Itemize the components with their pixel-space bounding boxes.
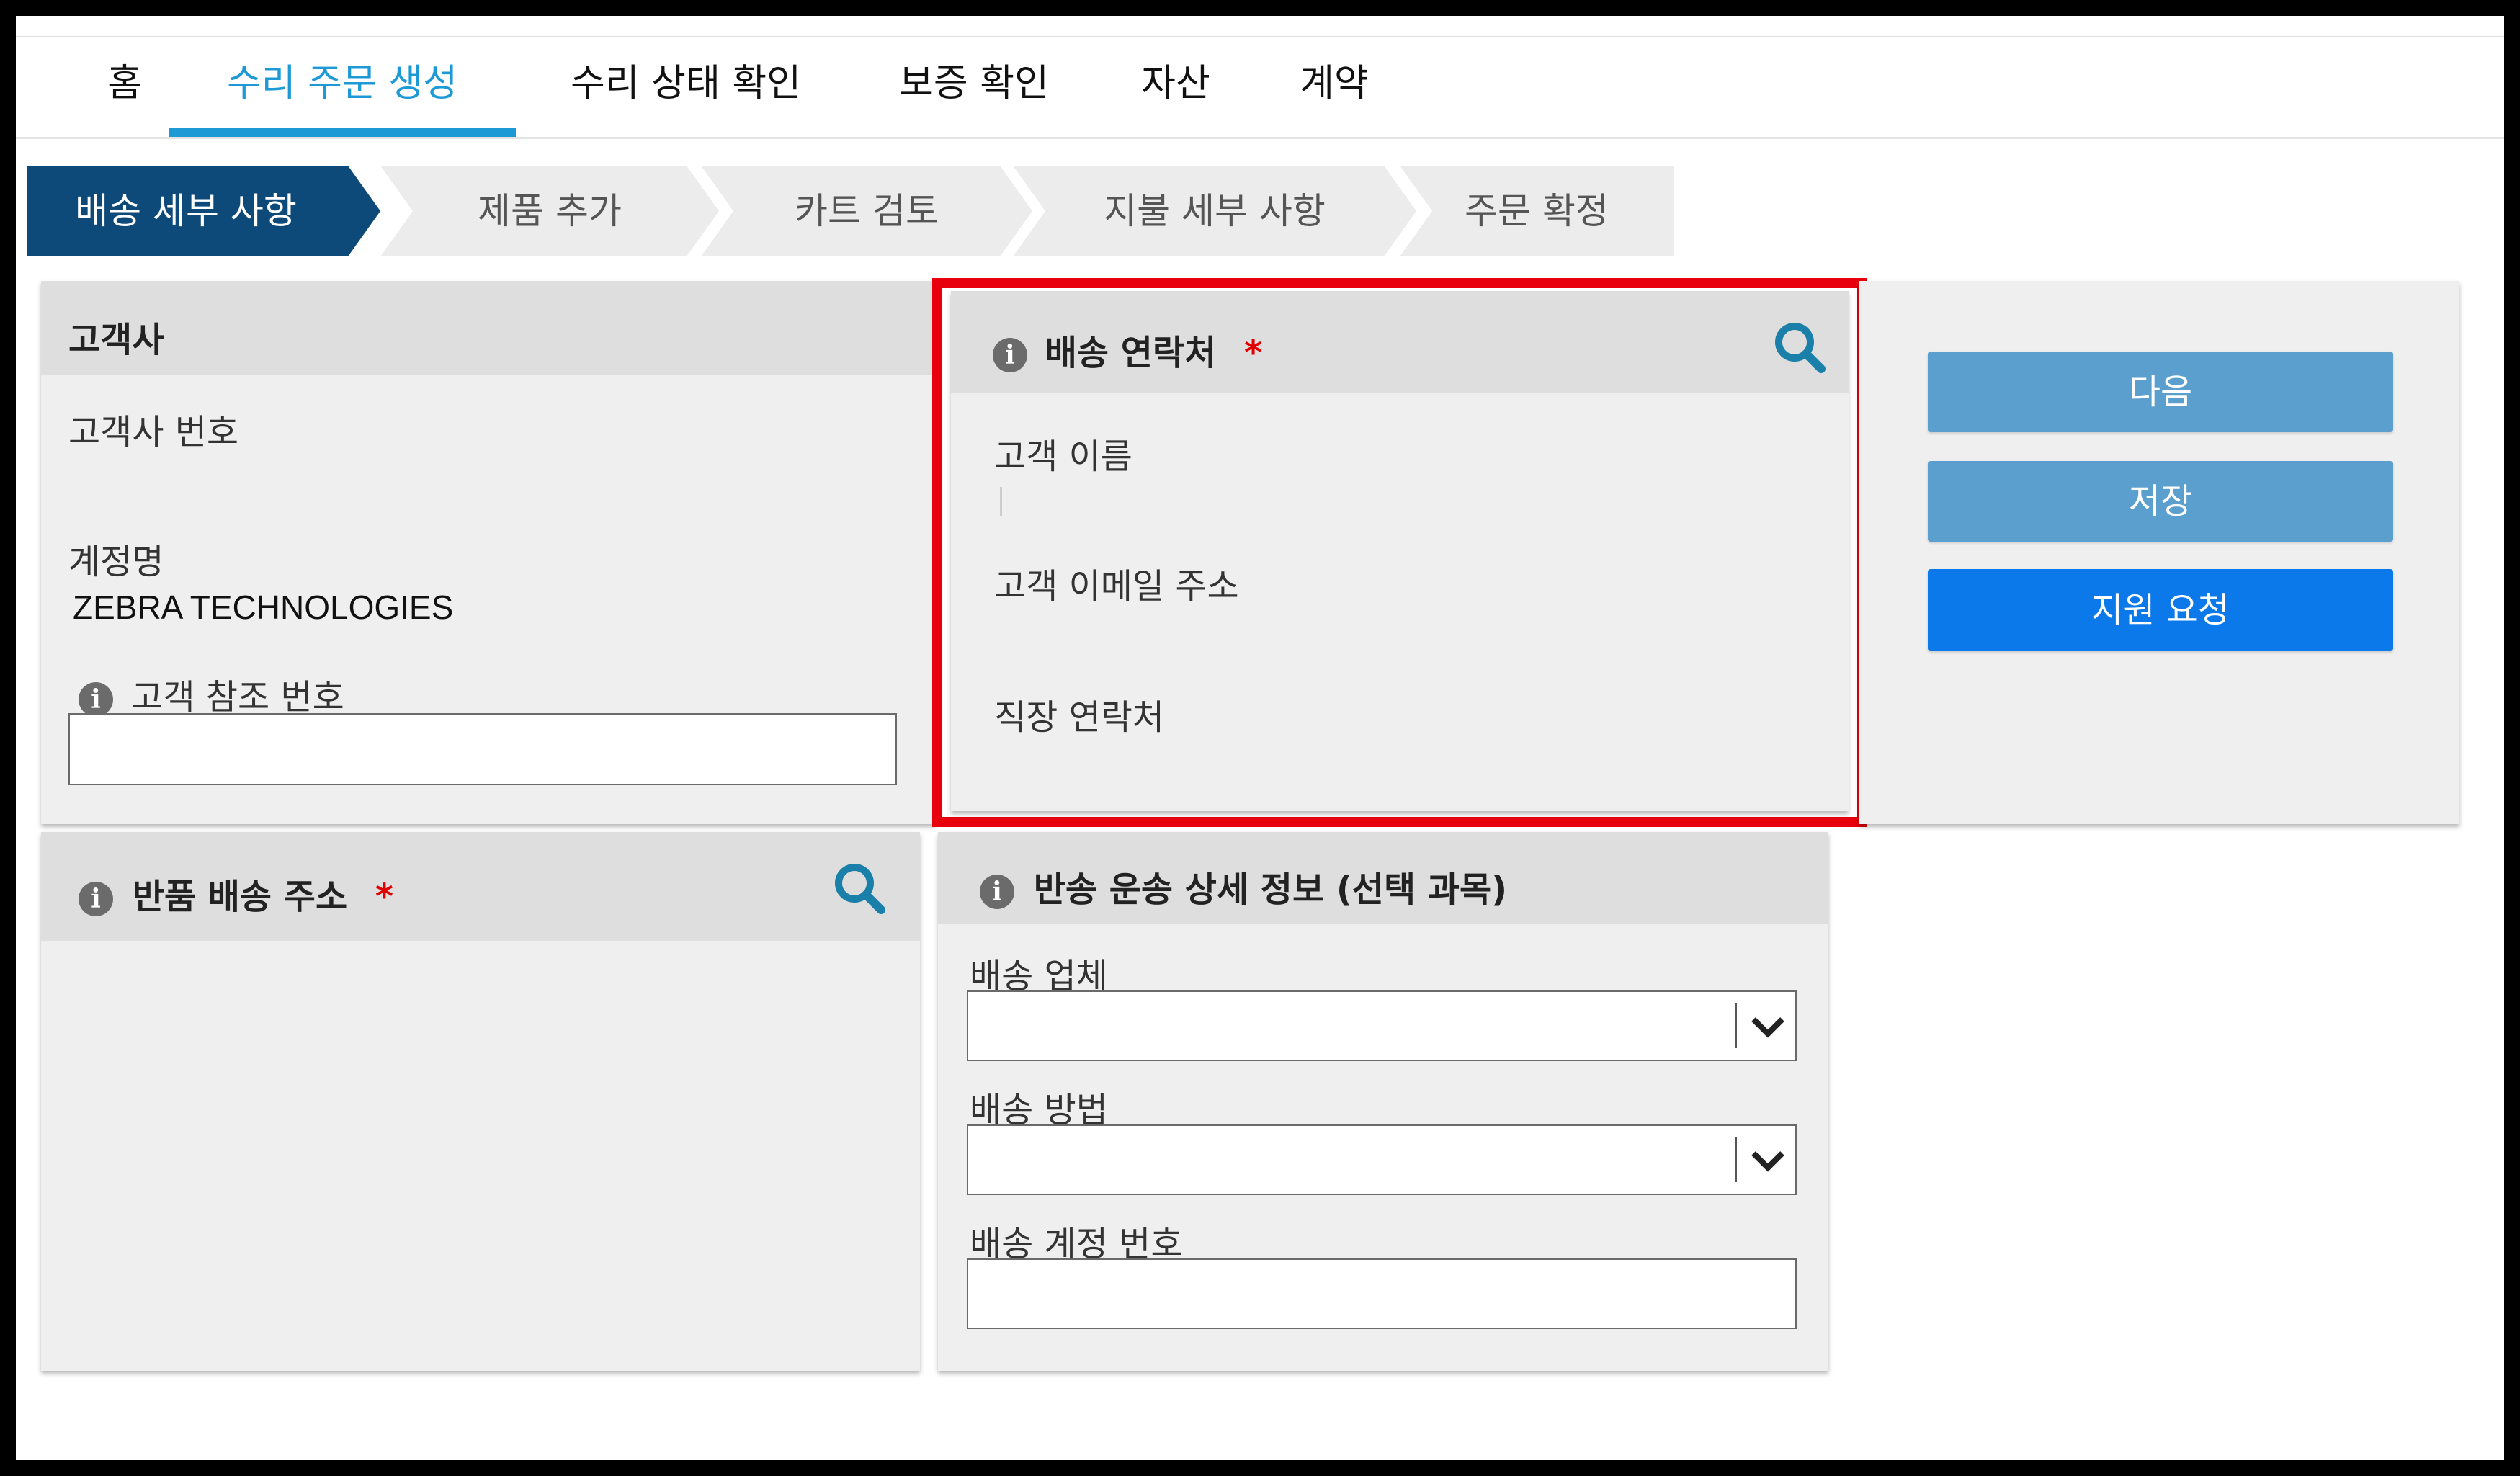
support-request-button[interactable]: 지원 요청 xyxy=(1928,569,2393,651)
nav-item-warranty-check[interactable]: 보증 확인 xyxy=(866,37,1082,137)
step-order-confirm[interactable]: 주문 확정 xyxy=(1400,166,1674,256)
top-nav: 홈 수리 주문 생성 수리 상태 확인 보증 확인 자산 계약 xyxy=(16,37,2504,139)
account-name-value: ZEBRA TECHNOLOGIES xyxy=(73,589,454,626)
return-address-header: i 반품 배송 주소 * xyxy=(41,832,920,941)
account-name-label: 계정명 xyxy=(68,542,164,582)
info-icon[interactable]: i xyxy=(980,875,1014,909)
nav-item-home[interactable]: 홈 xyxy=(85,37,164,137)
nav-item-repair-status[interactable]: 수리 상태 확인 xyxy=(542,37,830,137)
chevron-down-icon xyxy=(1751,1017,1784,1038)
customer-ref-input[interactable] xyxy=(68,713,897,785)
save-button[interactable]: 저장 xyxy=(1928,461,2393,542)
customer-number-label: 고객사 번호 xyxy=(68,412,239,452)
return-shipping-header: i 반송 운송 상세 정보 (선택 과목) xyxy=(938,832,1828,924)
customer-panel: 고객사 고객사 번호 계정명 ZEBRA TECHNOLOGIES i 고객 참… xyxy=(41,281,936,824)
action-panel: 다음 저장 지원 요청 xyxy=(1859,281,2459,824)
customer-panel-title: 고객사 xyxy=(68,320,164,360)
shipping-account-number-input[interactable] xyxy=(967,1258,1797,1329)
step-label: 제품 추가 xyxy=(478,190,622,232)
nav-item-create-repair-order[interactable]: 수리 주문 생성 xyxy=(169,37,516,137)
carrier-select[interactable] xyxy=(967,990,1797,1061)
return-address-title: 반품 배송 주소 xyxy=(132,877,348,917)
step-label: 지불 세부 사항 xyxy=(1104,190,1326,232)
return-shipping-panel: i 반송 운송 상세 정보 (선택 과목) 배송 업체 배송 방법 배송 계정 … xyxy=(938,832,1828,1371)
return-address-panel: i 반품 배송 주소 * xyxy=(41,832,920,1371)
step-label: 카트 검토 xyxy=(795,190,939,232)
step-wizard: 배송 세부 사항 제품 추가 카트 검토 지불 세부 사항 주문 확정 xyxy=(27,166,1684,256)
customer-ref-label: 고객 참조 번호 xyxy=(131,677,344,717)
return-shipping-title-row: i 반송 운송 상세 정보 (선택 과목) xyxy=(980,861,1507,911)
method-select[interactable] xyxy=(967,1124,1797,1195)
search-icon[interactable] xyxy=(832,861,887,916)
step-label: 배송 세부 사항 xyxy=(75,190,297,232)
chevron-down-icon xyxy=(1751,1151,1784,1172)
select-separator xyxy=(1735,1137,1737,1182)
step-payment-details[interactable]: 지불 세부 사항 xyxy=(1013,166,1416,256)
nav-item-assets[interactable]: 자산 xyxy=(1104,37,1248,137)
customer-panel-header: 고객사 xyxy=(41,281,936,375)
return-shipping-title: 반송 운송 상세 정보 (선택 과목) xyxy=(1033,869,1508,910)
nav-active-underline xyxy=(169,128,516,137)
customer-ref-label-row: i 고객 참조 번호 xyxy=(79,668,344,719)
next-button[interactable]: 다음 xyxy=(1928,352,2393,432)
app-window: 홈 수리 주문 생성 수리 상태 확인 보증 확인 자산 계약 배송 세부 사항… xyxy=(16,16,2504,1460)
info-icon[interactable]: i xyxy=(79,682,113,717)
nav-item-contracts[interactable]: 계약 xyxy=(1262,37,1406,137)
select-separator xyxy=(1735,1003,1737,1048)
info-icon[interactable]: i xyxy=(79,882,113,916)
highlight-box xyxy=(932,278,1867,827)
return-address-title-row: i 반품 배송 주소 * xyxy=(79,868,393,918)
step-shipping-details[interactable]: 배송 세부 사항 xyxy=(27,166,380,256)
step-add-product[interactable]: 제품 추가 xyxy=(380,166,719,256)
step-label: 주문 확정 xyxy=(1465,190,1609,232)
required-asterisk: * xyxy=(375,877,393,917)
step-cart-review[interactable]: 카트 검토 xyxy=(701,166,1032,256)
